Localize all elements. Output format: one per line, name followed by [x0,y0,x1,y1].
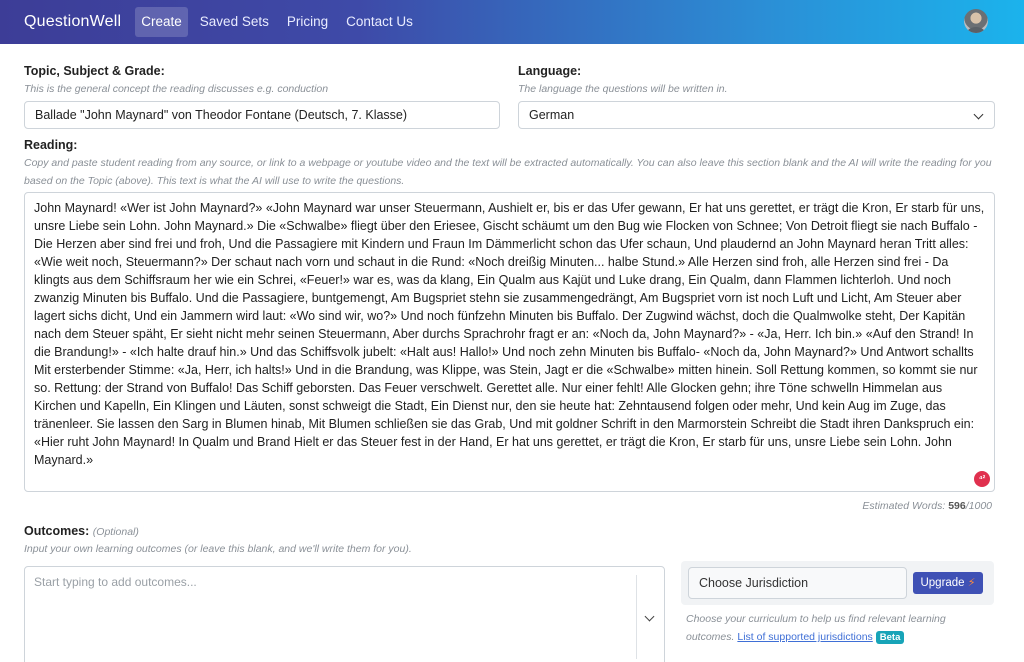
outcomes-label-text: Outcomes: [24,524,90,538]
upgrade-label: Upgrade [920,577,965,589]
estimated-words-count: 596 [948,500,966,512]
jurisdiction-hint: Choose your curriculum to help us find r… [686,610,986,646]
estimated-words-label: Estimated Words: [862,500,946,512]
chevron-down-icon[interactable] [644,611,655,622]
jurisdiction-select[interactable]: Choose Jurisdiction [688,567,907,599]
reading-textarea[interactable]: John Maynard! «Wer ist John Maynard?» «J… [24,192,995,492]
chevron-down-icon [973,109,984,120]
topic-label: Topic, Subject & Grade: [24,64,165,78]
lightning-icon: ⚡ [967,577,976,589]
topic-hint: This is the general concept the reading … [24,83,329,95]
reading-hint: Copy and paste student reading from any … [24,157,992,187]
reading-label: Reading: [24,138,78,152]
language-hint: The language the questions will be writt… [518,83,728,95]
language-label: Language: [518,64,582,78]
outcomes-label: Outcomes: (Optional) [24,524,139,538]
nav-create[interactable]: Create [135,7,188,37]
upgrade-button[interactable]: Upgrade ⚡ [913,572,983,594]
jurisdictions-link[interactable]: List of supported jurisdictions [737,631,872,643]
estimated-words: Estimated Words: 596/1000 [862,500,992,512]
top-nav-bar: QuestionWell Create Saved Sets Pricing C… [0,0,1024,44]
nav-pricing[interactable]: Pricing [281,7,334,37]
estimated-words-max: /1000 [965,500,992,512]
outcomes-optional: (Optional) [92,526,139,538]
language-select[interactable]: German [518,101,995,129]
jurisdiction-panel: Choose Jurisdiction Upgrade ⚡ [681,561,994,605]
language-value: German [529,108,575,122]
grammarly-badge-icon[interactable]: ⁴² [974,471,990,487]
topic-input[interactable]: Ballade "John Maynard" von Theodor Fonta… [24,101,500,129]
outcomes-divider [636,575,637,659]
outcomes-input[interactable]: Start typing to add outcomes... [24,566,665,662]
brand-logo[interactable]: QuestionWell [24,13,121,31]
outcomes-placeholder: Start typing to add outcomes... [34,575,197,589]
reading-text: John Maynard! «Wer ist John Maynard?» «J… [34,201,985,467]
beta-badge: Beta [875,631,905,644]
nav-saved-sets[interactable]: Saved Sets [194,7,275,37]
avatar[interactable] [964,9,988,33]
nav-contact-us[interactable]: Contact Us [340,7,419,37]
outcomes-hint: Input your own learning outcomes (or lea… [24,543,412,555]
